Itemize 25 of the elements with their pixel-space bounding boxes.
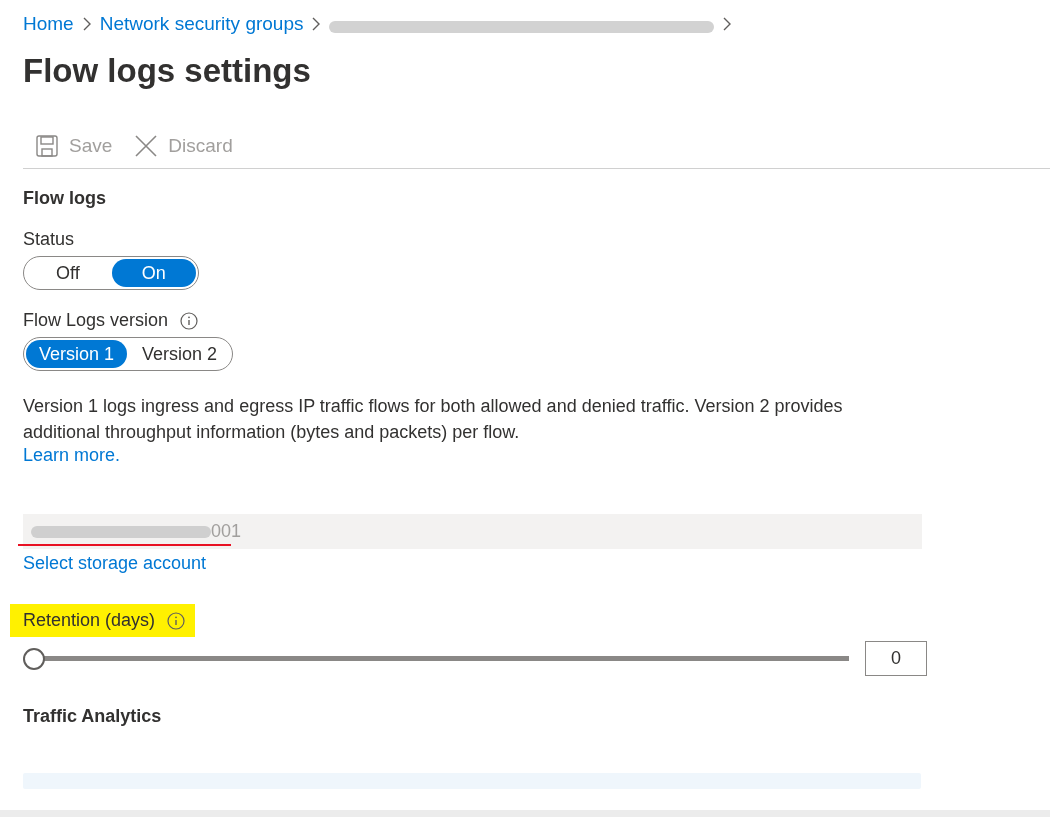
field-value: 001 bbox=[211, 521, 242, 542]
section-heading: Flow logs bbox=[23, 188, 107, 209]
description-text: Version 1 logs ingress and egress IP traffic flows for both allowed and denied traffic. Version 2 provides additional throughput information (bytes and packets) per flow. bbox=[23, 395, 844, 444]
number-input[interactable]: 0 bbox=[865, 641, 927, 676]
field-label: Status bbox=[23, 229, 75, 250]
toggle-option[interactable]: On bbox=[111, 259, 196, 287]
chevron-icon bbox=[722, 17, 733, 31]
field-label: Flow Logs version bbox=[23, 310, 169, 331]
select-storage-link[interactable]: Select storage account bbox=[23, 553, 207, 574]
toggle-option[interactable]: Off bbox=[26, 259, 110, 287]
chevron-icon bbox=[81, 17, 92, 31]
field-label: Retention (days) bbox=[23, 610, 156, 631]
toggle-option[interactable]: Version 2 bbox=[129, 340, 231, 368]
slider-thumb[interactable] bbox=[23, 647, 45, 670]
info-icon bbox=[167, 611, 186, 630]
close-icon bbox=[134, 134, 159, 158]
chevron-icon bbox=[311, 17, 322, 31]
learn-more-link[interactable]: Learn more. bbox=[23, 445, 121, 466]
breadcrumb-link[interactable]: Home bbox=[23, 13, 74, 35]
toggle-option[interactable]: Version 1 bbox=[26, 340, 128, 368]
page-title: Flow logs settings bbox=[23, 52, 312, 91]
info-icon bbox=[180, 311, 199, 330]
breadcrumb-link[interactable]: Network security groups bbox=[99, 13, 304, 35]
save-icon bbox=[35, 134, 59, 158]
section-heading: Traffic Analytics bbox=[23, 706, 163, 727]
